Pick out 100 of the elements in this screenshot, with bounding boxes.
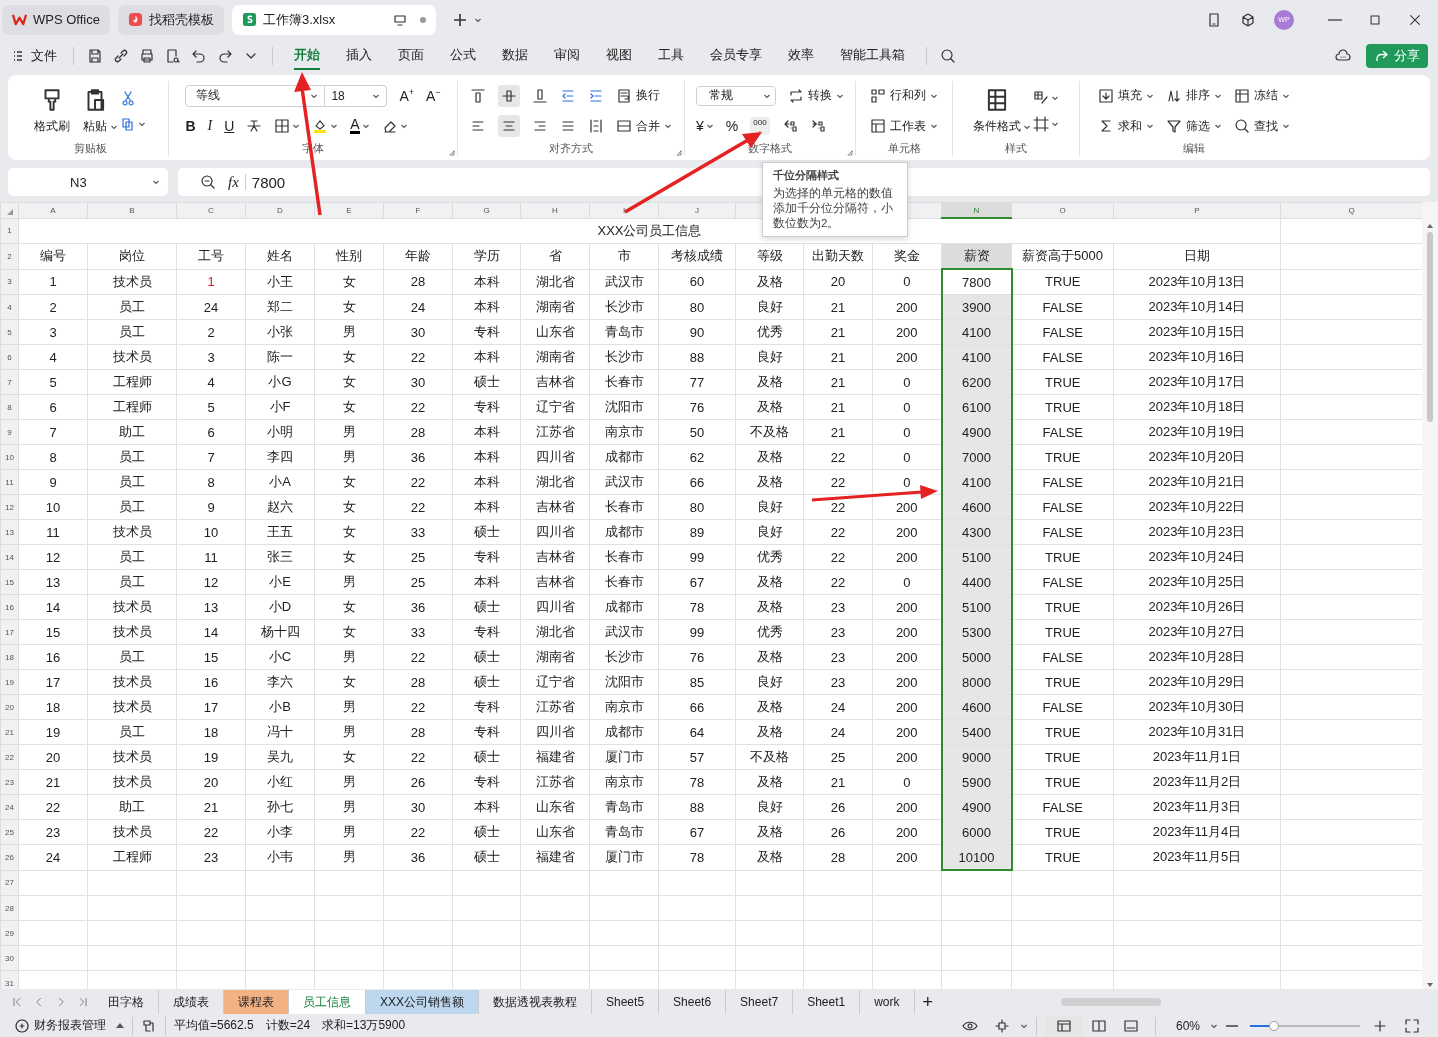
column-header[interactable]: Q [1280, 202, 1422, 219]
thousands-separator-button[interactable]: 000 , [750, 117, 770, 136]
row-number: 22 [0, 744, 19, 770]
share-button[interactable]: 分享 [1366, 43, 1428, 68]
document-tab[interactable]: 工作簿3.xlsx [231, 4, 436, 35]
rows-columns-button[interactable]: 行和列 [870, 87, 938, 105]
font-size-dropdown[interactable]: 18 [325, 84, 388, 107]
table-cell: 长沙市 [589, 294, 659, 320]
worksheet-button[interactable]: 工作表 [870, 117, 938, 135]
wrap-text-button[interactable]: 换行 [616, 87, 660, 105]
conditional-format-button[interactable]: 条件格式 [973, 86, 1021, 135]
column-header[interactable]: I [589, 202, 659, 219]
sheet-tab[interactable]: XXX公司销售额 [366, 990, 479, 1015]
table-cell: 22 [383, 644, 453, 670]
sheet-tab[interactable]: 课程表 [224, 990, 289, 1015]
table-cell: 女 [314, 294, 384, 320]
scroll-up-icon[interactable] [1427, 224, 1433, 229]
table-cell: 辽宁省 [520, 669, 590, 695]
document-tab[interactable]: 找稻壳模板 [117, 4, 224, 35]
column-header[interactable]: F [383, 202, 453, 219]
font-color-button[interactable]: A [350, 118, 360, 135]
file-menu[interactable]: 文件 [10, 46, 57, 65]
menu-tab[interactable]: 公式 [450, 41, 476, 70]
column-header[interactable]: A [18, 202, 88, 219]
table-cell: 20 [18, 744, 88, 770]
caret-icon [152, 178, 160, 187]
column-header[interactable]: B [87, 202, 177, 219]
column-header[interactable]: N [941, 202, 1012, 219]
sum-button[interactable]: 求和 [1098, 117, 1154, 135]
number-format-dropdown[interactable]: 常规 [696, 85, 776, 106]
percent-button[interactable]: % [725, 118, 739, 135]
paste-button[interactable]: 粘贴 [82, 86, 108, 135]
column-header[interactable]: O [1011, 202, 1114, 219]
document-tab[interactable]: WPS Office [2, 4, 110, 35]
workbook-button[interactable]: 财务报表管理 [14, 1017, 124, 1035]
menu-tab[interactable]: 视图 [606, 41, 632, 70]
grow-font-button[interactable]: A$^{+}$ [399, 87, 414, 105]
table-cell: TRUE [1011, 594, 1114, 620]
sheet-tab[interactable]: Sheet7 [726, 990, 794, 1015]
bold-button[interactable]: B [185, 118, 196, 135]
merge-button[interactable]: 合并 [616, 117, 672, 135]
table-cell: 21 [803, 769, 873, 795]
menu-tab[interactable]: 数据 [502, 41, 528, 70]
column-header[interactable]: D [245, 202, 315, 219]
menu-tab[interactable]: 开始 [294, 41, 320, 70]
table-cell: 女 [314, 544, 384, 570]
slider-thumb[interactable] [1269, 1021, 1280, 1031]
table-cell: 15 [176, 644, 246, 670]
table-cell: 7 [176, 444, 246, 470]
table-cell: 长春市 [589, 369, 659, 395]
filter-button[interactable]: 筛选 [1166, 117, 1222, 135]
table-cell: 本科 [452, 469, 521, 495]
format-painter-button[interactable]: 格式刷 [34, 86, 70, 135]
sheet-tab[interactable]: 员工信息 [289, 990, 366, 1015]
table-cell: 女 [314, 344, 384, 370]
vertical-scrollbar[interactable] [1422, 202, 1438, 990]
table-cell: 吴九 [245, 744, 315, 770]
convert-button[interactable]: 转换 [788, 87, 844, 105]
sheet-tab[interactable]: Sheet1 [793, 990, 861, 1015]
minimize-icon[interactable] [1328, 18, 1342, 21]
menu-tab[interactable]: 页面 [398, 41, 424, 70]
table-cell: 男 [314, 569, 384, 595]
column-header[interactable]: J [658, 202, 736, 219]
currency-button[interactable]: ¥ [696, 118, 704, 135]
menu-tab[interactable]: 插入 [346, 41, 372, 70]
italic-button[interactable]: I [207, 118, 213, 135]
column-header[interactable]: E [314, 202, 384, 219]
menu-tab[interactable]: 智能工具箱 [840, 41, 905, 70]
table-cell: 男 [314, 319, 384, 345]
menu-tab[interactable]: 工具 [658, 41, 684, 70]
table-cell: 28 [803, 844, 873, 871]
zoom-level[interactable]: 60% [1175, 1019, 1200, 1033]
menu-tab[interactable]: 会员专享 [710, 41, 762, 70]
shrink-font-button[interactable]: A$^{−}$ [426, 87, 441, 105]
table-cell: 不及格 [735, 419, 804, 445]
sheet-tab[interactable]: work [860, 990, 915, 1015]
sort-button[interactable]: 排序 [1166, 87, 1222, 105]
table-cell: 24 [803, 719, 873, 745]
sheet-tab[interactable]: 田字格 [94, 990, 159, 1015]
name-box[interactable]: N3 [8, 168, 168, 197]
column-header[interactable]: G [452, 202, 521, 219]
table-cell: 员工 [87, 719, 177, 745]
column-header[interactable]: P [1113, 202, 1281, 219]
freeze-button[interactable]: 冻结 [1234, 87, 1290, 105]
menu-tab[interactable]: 审阅 [554, 41, 580, 70]
menu-tab[interactable]: 效率 [788, 41, 814, 70]
sheet-tab[interactable]: Sheet5 [592, 990, 660, 1015]
row-number: 1 [0, 218, 19, 244]
fill-button[interactable]: 填充 [1098, 87, 1154, 105]
sheet-tab[interactable]: Sheet6 [659, 990, 727, 1015]
column-header[interactable]: C [176, 202, 246, 219]
sheet-tab[interactable]: 数据透视表教程 [479, 990, 592, 1015]
select-all-icon[interactable] [7, 209, 13, 216]
table-cell: 吉林省 [520, 494, 590, 520]
find-button[interactable]: 查找 [1234, 117, 1290, 135]
font-name-dropdown[interactable]: 等线 [185, 84, 326, 107]
column-header[interactable]: H [520, 202, 590, 219]
underline-button[interactable]: U [224, 118, 235, 135]
add-sheet-button[interactable]: + [914, 991, 942, 1014]
new-tab-icon[interactable] [451, 11, 468, 28]
